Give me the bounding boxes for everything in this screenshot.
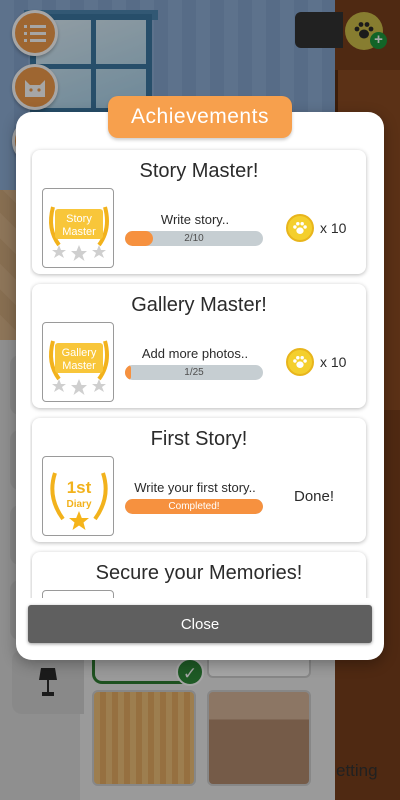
progress-text: Completed! (168, 501, 220, 512)
star-icon (92, 379, 106, 392)
achievement-description: Write story.. (160, 212, 230, 227)
star-icon (52, 245, 66, 258)
star-icon (71, 245, 87, 261)
progress-text: 1/25 (184, 367, 204, 378)
badge-text: 1st (67, 478, 92, 497)
achievement-card: Secure your Memories! (32, 552, 366, 598)
reward-amount: x 10 (320, 220, 347, 236)
achievement-description: Write your first story.. (134, 480, 256, 495)
achievement-card: First Story! 1st Diary Write your first … (32, 418, 366, 542)
progress-bar: 2/10 (125, 231, 263, 246)
badge-text: Master (62, 360, 96, 372)
star-icon (92, 245, 106, 258)
achievement-card: Gallery Master! Gallery Master Add more … (32, 284, 366, 408)
achievement-title: Secure your Memories! (95, 562, 303, 584)
progress-bar: 1/25 (125, 365, 263, 380)
reward: x 10 (286, 348, 346, 376)
dialog-title: Achievements (108, 96, 292, 138)
achievement-title: First Story! (150, 428, 248, 450)
achievement-badge (42, 590, 114, 598)
achievements-list[interactable]: Story Master! Story Master Write story..… (30, 146, 370, 598)
star-icon (52, 379, 66, 392)
badge-text: Diary (66, 499, 91, 510)
achievement-card: Story Master! Story Master Write story..… (32, 150, 366, 274)
achievement-status: Done! (294, 488, 335, 505)
laurel-badge-icon: Story Master (49, 206, 109, 261)
laurel-badge-icon: 1st Diary (50, 472, 108, 530)
badge-text: Gallery (62, 347, 97, 359)
paw-coin-icon (286, 348, 314, 376)
badge-text: Story (66, 213, 92, 225)
star-icon (69, 511, 89, 530)
progress-text: 2/10 (184, 233, 204, 244)
achievement-title: Gallery Master! (131, 294, 267, 316)
star-icon (71, 379, 87, 395)
progress-bar: Completed! (125, 499, 263, 514)
achievement-title: Story Master! (139, 160, 259, 182)
close-button[interactable]: Close (28, 605, 372, 643)
achievement-description: Add more photos.. (141, 346, 249, 361)
reward: x 10 (286, 214, 346, 242)
achievement-badge: 1st Diary (42, 456, 114, 536)
paw-coin-icon (286, 214, 314, 242)
laurel-badge-icon: Gallery Master (49, 340, 109, 395)
achievement-badge: Story Master (42, 188, 114, 268)
reward-amount: x 10 (320, 354, 347, 370)
badge-text: Master (62, 226, 96, 238)
achievement-badge: Gallery Master (42, 322, 114, 402)
